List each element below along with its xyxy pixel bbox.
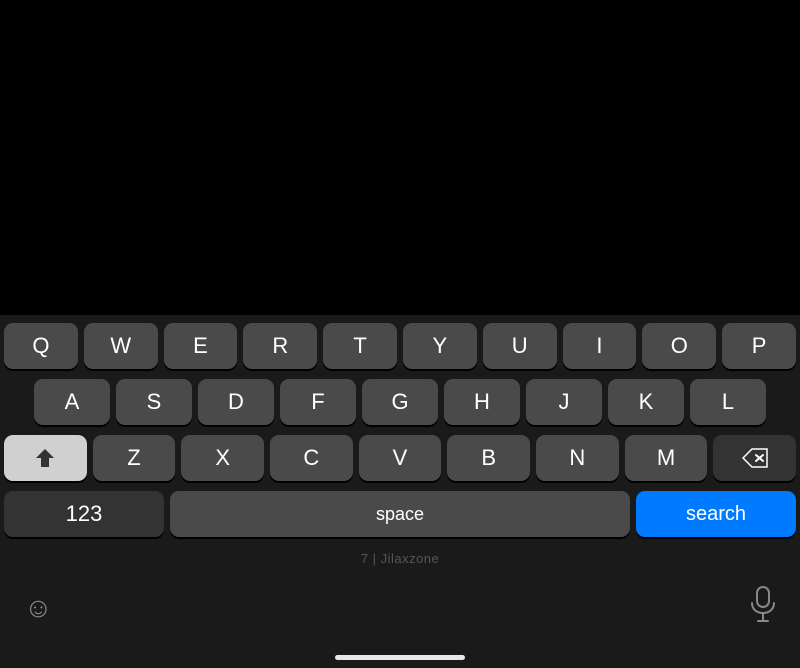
key-r[interactable]: R: [243, 323, 317, 369]
key-n[interactable]: N: [536, 435, 619, 481]
microphone-icon: [750, 586, 776, 622]
key-m[interactable]: M: [625, 435, 708, 481]
key-i[interactable]: I: [563, 323, 637, 369]
key-j[interactable]: J: [526, 379, 602, 425]
key-d[interactable]: D: [198, 379, 274, 425]
backspace-key[interactable]: [713, 435, 796, 481]
key-p[interactable]: P: [722, 323, 796, 369]
microphone-button[interactable]: [750, 586, 776, 629]
watermark-row: 7 | Jilaxzone: [4, 547, 796, 570]
key-x[interactable]: X: [181, 435, 264, 481]
keyboard-bottom-row: 123 space search: [4, 491, 796, 537]
key-g[interactable]: G: [362, 379, 438, 425]
key-l[interactable]: L: [690, 379, 766, 425]
key-w[interactable]: W: [84, 323, 158, 369]
keyboard: Q W E R T Y U I O P A S D F G H J K L Z …: [0, 315, 800, 668]
key-q[interactable]: Q: [4, 323, 78, 369]
key-v[interactable]: V: [359, 435, 442, 481]
key-f[interactable]: F: [280, 379, 356, 425]
key-a[interactable]: A: [34, 379, 110, 425]
watermark-text: 7 | Jilaxzone: [361, 551, 440, 566]
space-key[interactable]: space: [170, 491, 630, 537]
shift-key[interactable]: [4, 435, 87, 481]
home-indicator: [335, 655, 465, 660]
keyboard-row-3: Z X C V B N M: [4, 435, 796, 481]
key-e[interactable]: E: [164, 323, 238, 369]
emoji-mic-row: ☺: [4, 580, 796, 639]
key-c[interactable]: C: [270, 435, 353, 481]
key-b[interactable]: B: [447, 435, 530, 481]
key-k[interactable]: K: [608, 379, 684, 425]
numbers-key[interactable]: 123: [4, 491, 164, 537]
keyboard-row-2: A S D F G H J K L: [4, 379, 796, 425]
emoji-button[interactable]: ☺: [24, 592, 53, 624]
key-h[interactable]: H: [444, 379, 520, 425]
key-z[interactable]: Z: [93, 435, 176, 481]
backspace-icon: [742, 448, 768, 468]
search-key[interactable]: search: [636, 491, 796, 537]
keyboard-row-1: Q W E R T Y U I O P: [4, 323, 796, 369]
key-u[interactable]: U: [483, 323, 557, 369]
shift-icon: [34, 447, 56, 469]
key-o[interactable]: O: [642, 323, 716, 369]
key-s[interactable]: S: [116, 379, 192, 425]
key-y[interactable]: Y: [403, 323, 477, 369]
key-t[interactable]: T: [323, 323, 397, 369]
